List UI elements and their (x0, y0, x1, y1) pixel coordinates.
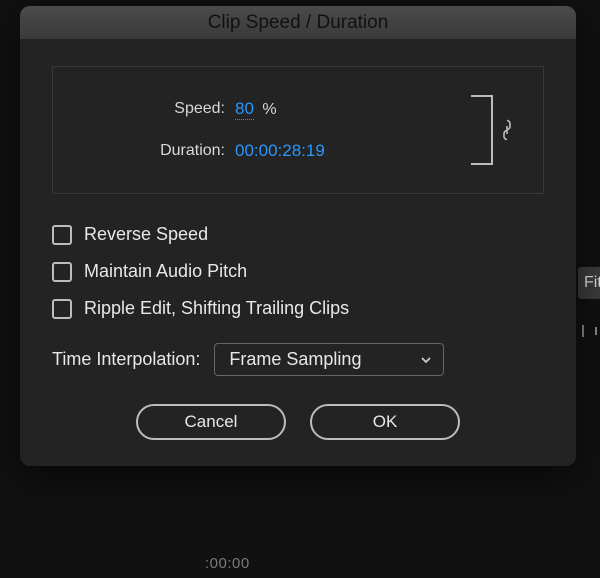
dialog-title: Clip Speed / Duration (208, 12, 389, 34)
ok-button-label: OK (373, 412, 398, 432)
ripple-edit-checkbox[interactable] (52, 299, 72, 319)
speed-value-cell: 80 % (235, 99, 449, 119)
ok-button[interactable]: OK (310, 404, 460, 440)
maintain-pitch-label: Maintain Audio Pitch (84, 261, 247, 282)
speed-value-input[interactable]: 80 (235, 99, 254, 120)
fit-label: Fit (584, 274, 600, 292)
time-interpolation-label: Time Interpolation: (52, 349, 200, 370)
link-icon (501, 118, 513, 142)
speed-percent-suffix: % (262, 101, 276, 118)
time-interpolation-value: Frame Sampling (229, 349, 361, 370)
speed-duration-group: Speed: 80 % Duration: 00:00:28:19 (52, 66, 544, 194)
ripple-edit-row[interactable]: Ripple Edit, Shifting Trailing Clips (52, 298, 544, 319)
reverse-speed-label: Reverse Speed (84, 224, 208, 245)
cancel-button-label: Cancel (185, 412, 238, 432)
reverse-speed-row[interactable]: Reverse Speed (52, 224, 544, 245)
duration-label: Duration: (75, 142, 225, 160)
timeline-timecode: :00:00 (205, 555, 250, 572)
ripple-edit-label: Ripple Edit, Shifting Trailing Clips (84, 298, 349, 319)
maintain-pitch-checkbox[interactable] (52, 262, 72, 282)
cancel-button[interactable]: Cancel (136, 404, 286, 440)
bracket-icon (471, 95, 493, 165)
duration-value-input[interactable]: 00:00:28:19 (235, 141, 325, 160)
time-interpolation-select[interactable]: Frame Sampling (214, 343, 444, 376)
fit-zoom-control[interactable]: Fit (578, 267, 600, 299)
maintain-pitch-row[interactable]: Maintain Audio Pitch (52, 261, 544, 282)
speed-label: Speed: (75, 100, 225, 118)
dialog-titlebar[interactable]: Clip Speed / Duration (20, 6, 576, 40)
reverse-speed-checkbox[interactable] (52, 225, 72, 245)
chevron-down-icon (419, 353, 433, 367)
clip-speed-duration-dialog: Clip Speed / Duration Speed: 80 % Durati… (20, 6, 576, 466)
speed-duration-link[interactable] (463, 95, 521, 165)
